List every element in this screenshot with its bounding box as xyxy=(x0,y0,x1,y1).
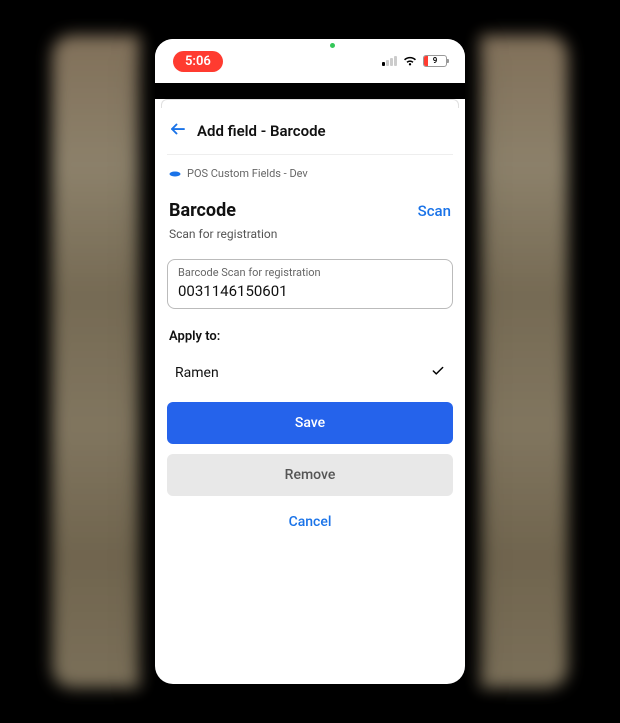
save-button[interactable]: Save xyxy=(167,402,453,444)
cancel-button[interactable]: Cancel xyxy=(167,506,453,538)
page-header: Add field - Barcode xyxy=(167,108,453,155)
check-icon xyxy=(431,364,445,382)
apply-item-label: Ramen xyxy=(175,365,219,381)
background-blur-right xyxy=(480,35,568,688)
phone-screen: 5:06 9 Add field - Barcode xyxy=(155,39,465,684)
section-header: Barcode Scan xyxy=(167,196,453,227)
browser-chrome-strip xyxy=(155,83,465,99)
status-bar: 5:06 9 xyxy=(155,39,465,83)
apply-item-ramen[interactable]: Ramen xyxy=(167,358,453,402)
wifi-icon xyxy=(402,55,418,67)
back-arrow-icon[interactable] xyxy=(169,120,187,142)
remove-button[interactable]: Remove xyxy=(167,454,453,496)
background-blur-left xyxy=(52,35,140,688)
main-content: Add field - Barcode POS Custom Fields - … xyxy=(155,108,465,538)
app-badge: POS Custom Fields - Dev xyxy=(167,155,453,196)
recording-indicator-icon xyxy=(330,43,335,48)
battery-icon: 9 xyxy=(423,55,447,67)
section-title: Barcode xyxy=(169,200,236,221)
app-badge-label: POS Custom Fields - Dev xyxy=(187,167,308,180)
signal-icon xyxy=(382,56,397,66)
status-time: 5:06 xyxy=(173,51,223,72)
section-subtitle: Scan for registration xyxy=(167,227,453,259)
scan-button[interactable]: Scan xyxy=(418,202,451,220)
status-right: 9 xyxy=(382,55,447,67)
barcode-input-wrapper[interactable]: Barcode Scan for registration xyxy=(167,259,453,309)
page-title: Add field - Barcode xyxy=(197,122,326,140)
barcode-input-label: Barcode Scan for registration xyxy=(178,266,442,279)
app-badge-icon xyxy=(169,168,181,180)
apply-to-label: Apply to: xyxy=(167,325,453,358)
barcode-input[interactable] xyxy=(178,282,442,300)
